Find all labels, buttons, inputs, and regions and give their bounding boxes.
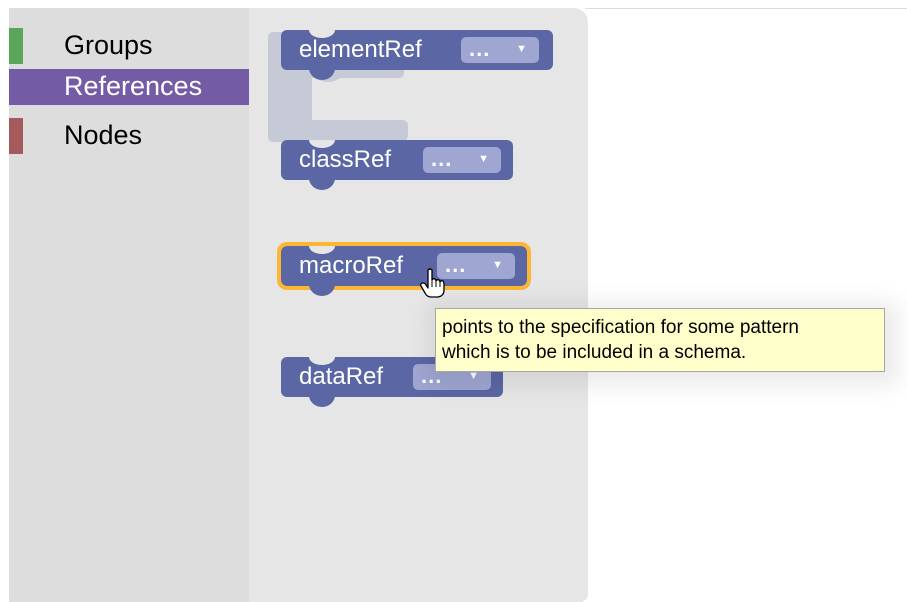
block-label: classRef: [299, 146, 392, 173]
block-tooltip: points to the specification for some pat…: [435, 308, 885, 372]
block-dropdown-field[interactable]: ... ▼: [423, 147, 501, 173]
block-dropdown-field[interactable]: ... ▼: [461, 37, 539, 63]
block-label: macroRef: [299, 252, 404, 279]
workspace-divider: [585, 8, 907, 9]
category-color-bar: [9, 118, 23, 154]
category-color-bar: [9, 28, 23, 64]
category-label: Groups: [64, 30, 153, 60]
category-references[interactable]: References: [9, 69, 249, 105]
hand-pointer-icon: [420, 268, 445, 298]
block-classref[interactable]: classRef ... ▼: [281, 140, 513, 190]
category-groups[interactable]: Groups: [9, 28, 249, 64]
dropdown-value: ...: [469, 36, 491, 61]
category-label: References: [64, 71, 203, 101]
flyout-panel: [249, 8, 588, 602]
blockly-workspace: Groups References Nodes elementRef ... ▼…: [0, 0, 907, 602]
category-label: Nodes: [64, 120, 143, 150]
block-elementref[interactable]: elementRef ... ▼: [281, 30, 553, 80]
block-macroref[interactable]: macroRef ... ▼: [277, 242, 531, 296]
triangle-down-icon: ▼: [492, 259, 503, 271]
triangle-down-icon: ▼: [478, 153, 489, 165]
block-label: elementRef: [299, 36, 422, 63]
category-nodes[interactable]: Nodes: [9, 118, 249, 154]
block-label: dataRef: [299, 363, 384, 390]
dropdown-value: ...: [445, 252, 467, 277]
category-color-bar: [9, 69, 23, 105]
triangle-down-icon: ▼: [516, 43, 527, 55]
toolbox: Groups References Nodes: [9, 8, 249, 602]
dropdown-value: ...: [431, 146, 453, 171]
tooltip-line: points to the specification for some pat…: [442, 317, 799, 338]
block-dropdown-field[interactable]: ... ▼: [437, 253, 515, 279]
tooltip-line: which is to be included in a schema.: [442, 342, 747, 363]
